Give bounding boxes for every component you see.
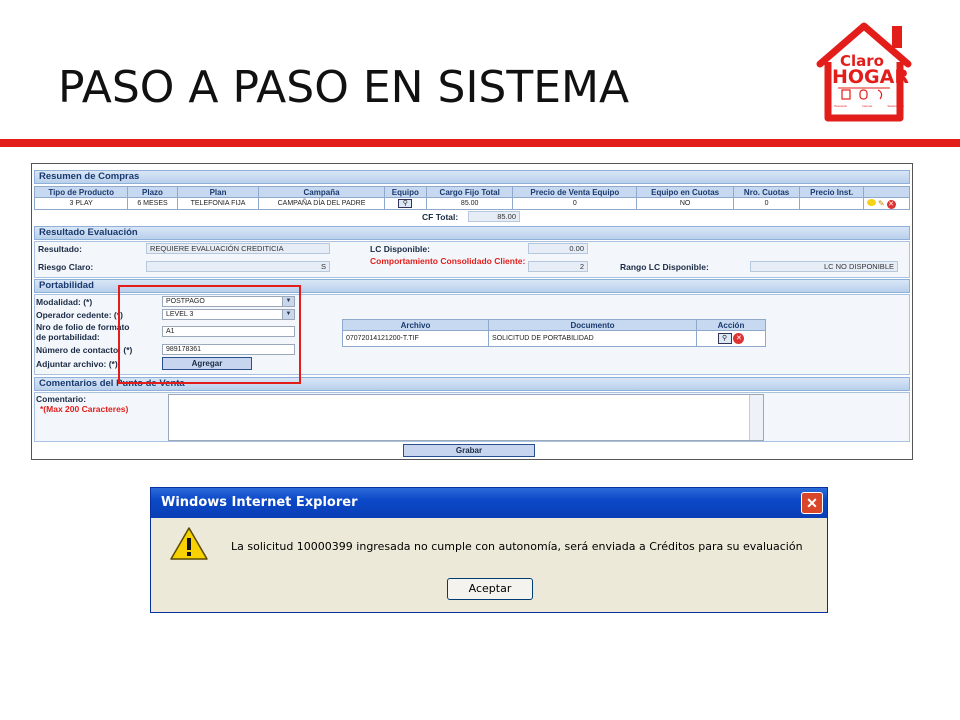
- table-row: 07072014121200-T.TIF SOLICITUD DE PORTAB…: [342, 330, 766, 347]
- slide-title: PASO A PASO EN SISTEMA: [58, 62, 630, 113]
- col-header: Equipo: [383, 186, 428, 198]
- col-header: Precio de Venta Equipo: [512, 186, 638, 198]
- edit-icon[interactable]: ✎: [878, 199, 885, 208]
- view-file-icon[interactable]: ⚲: [717, 333, 732, 344]
- cell: 0: [512, 197, 638, 210]
- col-header-actions: [863, 186, 910, 198]
- col-header: Campaña: [258, 186, 385, 198]
- cell: 07072014121200-T.TIF: [342, 330, 489, 347]
- col-header: Cargo Fijo Total: [426, 186, 514, 198]
- logo-captions: Televisión Internet Telefonía fija: [834, 104, 904, 108]
- cell: 0: [732, 197, 801, 210]
- modalidad-label: Modalidad: (*): [36, 297, 93, 307]
- lc-disponible-label: LC Disponible:: [370, 244, 430, 254]
- col-header: Archivo: [342, 319, 489, 331]
- col-header: Acción: [696, 319, 766, 331]
- lc-disponible-value: 0.00: [528, 243, 588, 254]
- col-header: Plan: [176, 186, 260, 198]
- col-header: Nro. Cuotas: [732, 186, 801, 198]
- operador-label: Operador cedente: (*): [36, 310, 123, 320]
- resumen-table: Tipo de Producto Plazo Plan Campaña Equi…: [33, 186, 910, 210]
- aceptar-button[interactable]: Aceptar: [447, 578, 533, 600]
- comportamiento-label: Comportamiento Consolidado Cliente:: [370, 256, 526, 266]
- grabar-button[interactable]: Grabar: [403, 444, 535, 457]
- logo-line2: HOGAR: [832, 66, 909, 88]
- logo-caption: Televisión: [834, 104, 848, 108]
- delete-icon[interactable]: ✕: [886, 199, 896, 209]
- max-caracteres-label: *(Max 200 Caracteres): [40, 404, 129, 414]
- portabilidad-highlight-box: [118, 285, 301, 384]
- adjuntar-label: Adjuntar archivo: (*): [36, 359, 118, 369]
- scrollbar[interactable]: [749, 395, 763, 440]
- cell: [799, 197, 864, 210]
- cell: CAMPAÑA DÍA DEL PADRE: [258, 197, 385, 210]
- section-header-resumen: Resumen de Compras: [34, 170, 910, 184]
- cell: 6 MESES: [127, 197, 178, 210]
- table-row: 3 PLAY 6 MESES TELEFONIA FIJA CAMPAÑA DÍ…: [33, 197, 910, 210]
- cell: TELEFONIA FIJA: [176, 197, 260, 210]
- dialog-title: Windows Internet Explorer: [151, 488, 827, 518]
- folio-label-line2: de portabilidad:: [36, 332, 100, 342]
- warning-icon: [170, 527, 208, 560]
- resultado-label: Resultado:: [38, 244, 82, 254]
- files-table: Archivo Documento Acción 07072014121200-…: [342, 319, 766, 347]
- col-header: Equipo en Cuotas: [636, 186, 734, 198]
- comentario-label: Comentario:: [36, 394, 87, 404]
- resultado-value: REQUIERE EVALUACIÓN CREDITICIA: [146, 243, 330, 254]
- cell: 85.00: [426, 197, 514, 210]
- ie-alert-dialog: Windows Internet Explorer ✕ La solicitud…: [150, 487, 828, 613]
- comentario-textarea[interactable]: [168, 394, 764, 441]
- comportamiento-value: 2: [528, 261, 588, 272]
- cf-total-label: CF Total:: [422, 212, 459, 222]
- rango-lc-value: LC NO DISPONIBLE: [750, 261, 898, 272]
- col-header: Plazo: [127, 186, 178, 198]
- col-header: Tipo de Producto: [33, 186, 129, 198]
- cell-actions: ⚲ ✕: [696, 330, 766, 347]
- cell: NO: [636, 197, 734, 210]
- dialog-message: La solicitud 10000399 ingresada no cumpl…: [231, 540, 803, 553]
- logo-caption: Internet: [862, 104, 873, 108]
- cell: 3 PLAY: [33, 197, 129, 210]
- riesgo-label: Riesgo Claro:: [38, 262, 94, 272]
- cell-actions: ✎ ✕: [863, 197, 910, 210]
- title-divider: [0, 139, 960, 147]
- col-header: Precio Inst.: [799, 186, 864, 198]
- status-dot-icon: [867, 198, 876, 206]
- cell: SOLICITUD DE PORTABILIDAD: [488, 330, 697, 347]
- riesgo-value: S: [146, 261, 330, 272]
- folio-label-line1: Nro de folio de formato: [36, 322, 130, 332]
- rango-lc-label: Rango LC Disponible:: [620, 262, 709, 272]
- logo-caption: Telefonía fija: [887, 104, 904, 108]
- delete-icon[interactable]: ✕: [733, 333, 745, 344]
- cell: ⚲: [383, 197, 428, 210]
- search-icon[interactable]: ⚲: [398, 199, 413, 208]
- section-header-evaluacion: Resultado Evaluación: [34, 226, 910, 240]
- col-header: Documento: [488, 319, 697, 331]
- close-icon[interactable]: ✕: [801, 492, 823, 514]
- cf-total-value: 85.00: [468, 211, 520, 222]
